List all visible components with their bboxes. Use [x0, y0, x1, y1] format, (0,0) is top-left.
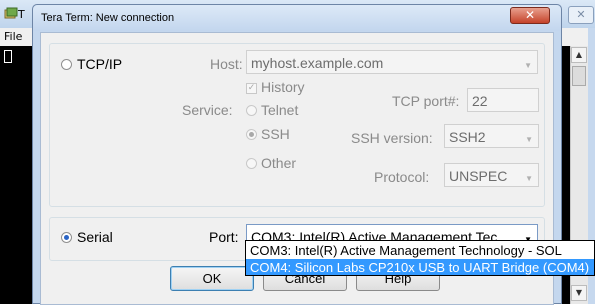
scroll-thumb[interactable] [572, 66, 586, 86]
tcp-port-value: 22 [472, 93, 488, 109]
scroll-down-arrow-icon[interactable]: ▼ [571, 285, 587, 301]
port-label: Port: [209, 229, 239, 245]
serial-label: Serial [77, 229, 113, 245]
chevron-down-icon: ▼ [525, 135, 533, 144]
chevron-down-icon: ▼ [525, 174, 533, 183]
protocol-value: UNSPEC [449, 168, 508, 184]
scroll-up-arrow-icon[interactable]: ▲ [571, 47, 587, 63]
terminal-cursor [4, 50, 12, 63]
ok-button[interactable]: OK [170, 266, 254, 291]
ssh-version-select[interactable]: SSH2 ▼ [444, 124, 539, 148]
tcpip-label: TCP/IP [77, 56, 123, 72]
host-combobox[interactable]: myhost.example.com ▼ [246, 50, 538, 74]
service-telnet-radio[interactable] [246, 105, 257, 116]
close-icon: ✕ [524, 8, 536, 22]
tcpip-radio[interactable] [61, 59, 72, 70]
ok-label: OK [202, 271, 222, 286]
service-label: Service: [182, 102, 233, 118]
history-label: History [261, 79, 305, 95]
ssh-version-value: SSH2 [449, 129, 486, 145]
menu-item-file[interactable]: File [4, 30, 22, 43]
serial-radio[interactable] [61, 232, 72, 243]
service-ssh-label: SSH [261, 126, 290, 142]
ssh-version-label: SSH version: [351, 130, 433, 146]
dialog-close-button[interactable]: ✕ [510, 7, 550, 24]
protocol-select[interactable]: UNSPEC ▼ [444, 163, 539, 187]
service-ssh-radio[interactable] [246, 129, 257, 140]
port-dropdown-list: COM3: Intel(R) Active Management Technol… [245, 240, 595, 276]
dialog-title: Tera Term: New connection [41, 12, 175, 24]
service-other-radio[interactable] [246, 158, 257, 169]
tera-term-title: T [18, 8, 25, 21]
port-option-com4[interactable]: COM4: Silicon Labs CP210x USB to UART Br… [246, 259, 594, 275]
tera-term-app-icon [4, 6, 18, 20]
dialog-titlebar: Tera Term: New connection ✕ [33, 5, 561, 31]
chevron-down-icon: ▼ [524, 61, 532, 70]
history-checkbox[interactable]: ✓ [246, 83, 257, 94]
protocol-label: Protocol: [374, 169, 430, 185]
host-label: Host: [210, 56, 243, 72]
tcp-port-label: TCP port#: [392, 93, 460, 109]
window-close-button[interactable]: ✕ [568, 6, 594, 24]
port-option-com3[interactable]: COM3: Intel(R) Active Management Technol… [246, 242, 594, 259]
host-value: myhost.example.com [251, 55, 384, 71]
service-other-label: Other [261, 155, 297, 171]
tcp-port-input[interactable]: 22 [467, 88, 539, 112]
service-telnet-label: Telnet [261, 102, 299, 118]
close-icon: ✕ [576, 8, 586, 21]
